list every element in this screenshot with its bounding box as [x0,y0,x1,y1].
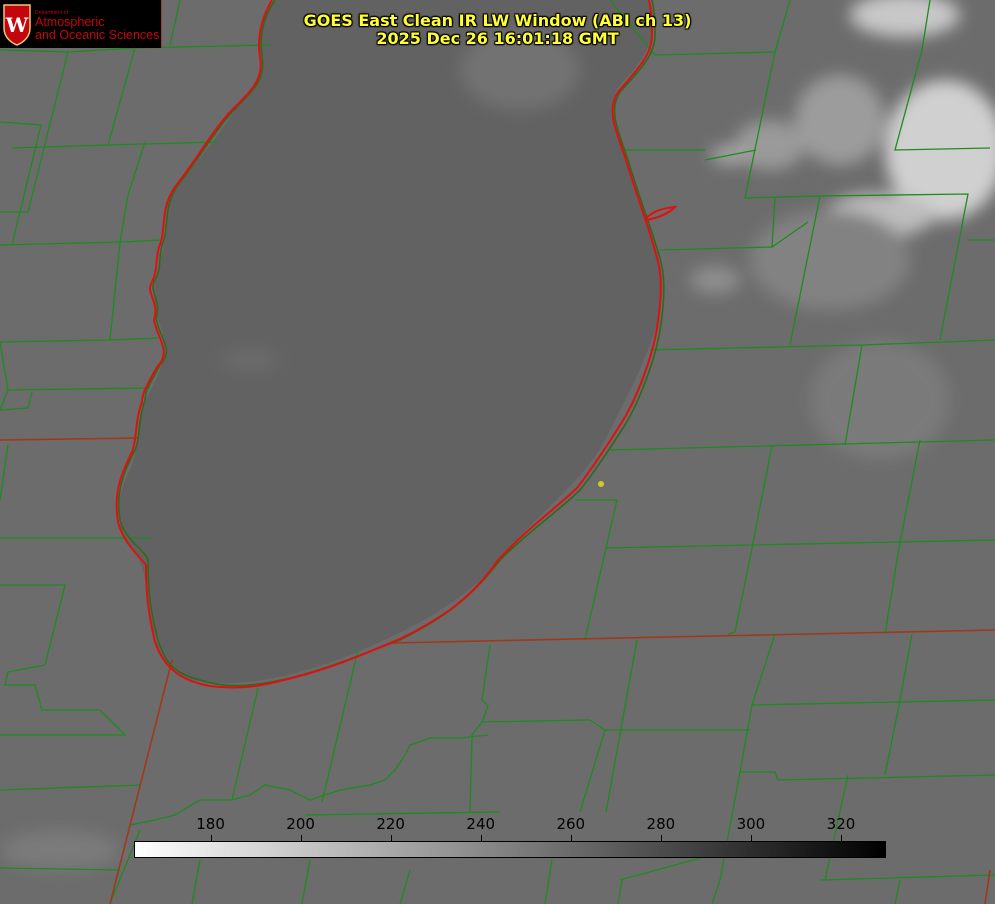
colorbar-tick-label: 240 [466,815,496,833]
colorbar-tick-mark [661,835,662,841]
colorbar-tick-mark [301,835,302,841]
colorbar-tick-label: 200 [286,815,315,833]
colorbar-tick-label: 260 [556,815,586,833]
colorbar-tick-label: 300 [736,815,766,833]
title-line2: 2025 Dec 26 16:01:18 GMT [376,29,619,48]
location-dot [598,481,604,487]
colorbar-tick-label: 220 [376,815,405,833]
colorbar-tick-mark [751,835,752,841]
colorbar-tick-label: 280 [646,815,676,833]
colorbar-tick-label: 180 [196,815,225,833]
colorbar-tick-mark [841,835,842,841]
colorbar-tick-mark [481,835,482,841]
colorbar-tick-label: 320 [826,815,856,833]
title-line1: GOES East Clean IR LW Window (ABI ch 13) [303,11,692,30]
colorbar-tick-mark [211,835,212,841]
satellite-map: W Department of Atmospheric and Oceanic … [0,0,995,904]
colorbar-tick-mark [391,835,392,841]
colorbar [134,841,886,858]
satellite-image [0,0,995,904]
colorbar-tick-mark [571,835,572,841]
